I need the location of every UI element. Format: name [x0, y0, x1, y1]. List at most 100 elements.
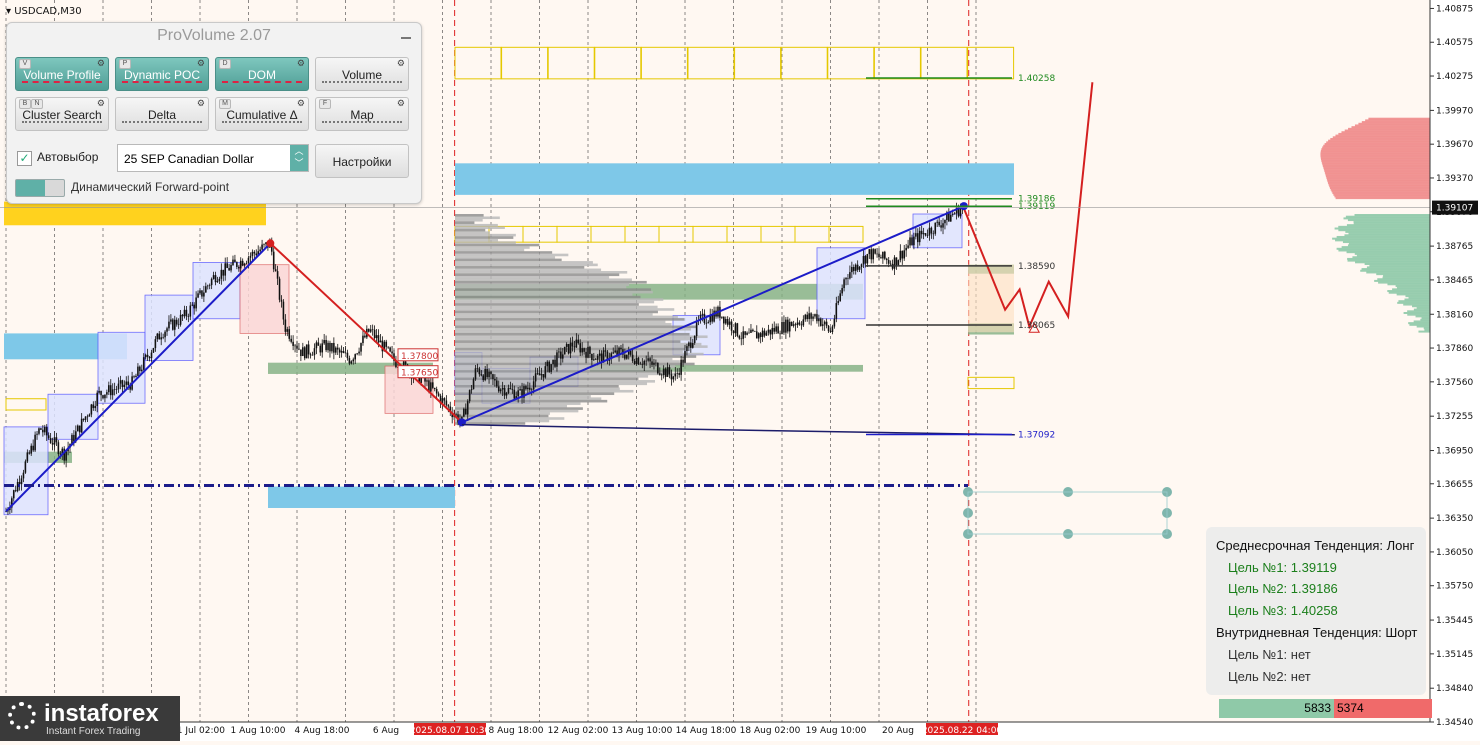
gear-icon[interactable]: ⚙ — [397, 59, 405, 68]
candle-body — [371, 329, 374, 330]
candle-body — [509, 388, 512, 389]
candle-body — [193, 304, 195, 309]
gear-icon[interactable]: ⚙ — [97, 99, 105, 108]
yellow-small-box-left — [5, 398, 47, 411]
candle-body — [141, 369, 143, 371]
button-dom[interactable]: D ⚙ DOM — [215, 57, 309, 91]
candle-body — [121, 380, 124, 387]
gear-icon[interactable]: ⚙ — [197, 99, 205, 108]
candle-body — [325, 340, 327, 351]
candle-body — [856, 264, 859, 270]
candle-body — [323, 340, 325, 344]
candle-body — [953, 213, 956, 215]
candle-body — [917, 233, 919, 243]
candle-body — [203, 292, 205, 297]
level-label: 1.39119 — [1018, 202, 1055, 212]
candle-body — [639, 363, 642, 365]
candle-body — [238, 266, 240, 269]
candle-body — [544, 366, 547, 378]
chevron-updown-icon[interactable]: ︿ ﹀ — [290, 145, 308, 171]
button-dynamic-poc[interactable]: P ⚙ Dynamic POC — [115, 57, 209, 91]
candle-body — [34, 434, 36, 451]
button-volume[interactable]: ⚙ Volume — [315, 57, 409, 91]
candle-body — [571, 342, 574, 347]
candle-body — [212, 275, 215, 279]
candle-body — [38, 428, 40, 434]
candle-body — [889, 263, 892, 265]
candle-body — [239, 260, 242, 269]
settings-button[interactable]: Настройки — [315, 144, 409, 178]
gear-icon[interactable]: ⚙ — [97, 59, 105, 68]
minimize-icon[interactable] — [401, 37, 411, 39]
candle-body — [205, 286, 207, 293]
candle-body — [876, 253, 878, 255]
price-tick-label: 1.36655 — [1436, 480, 1473, 490]
gear-icon[interactable]: ⚙ — [297, 59, 305, 68]
candle-body — [108, 385, 110, 393]
style-dots — [122, 121, 202, 126]
candle-body — [668, 367, 671, 375]
time-tick-label: 18 Aug 02:00 — [740, 726, 801, 736]
candle-body — [241, 260, 244, 266]
instrument-select[interactable]: 25 SEP Canadian Dollar ︿ ﹀ — [117, 144, 309, 172]
volume-bar — [455, 330, 674, 334]
time-tick-label: 13 Aug 10:00 — [612, 726, 673, 736]
yellow-poc-box — [522, 225, 558, 243]
candle-body — [18, 481, 21, 485]
logo-gear-icon — [8, 702, 36, 730]
button-label: Map — [350, 108, 374, 122]
button-volume-profile[interactable]: V ⚙ Volume Profile — [15, 57, 109, 91]
volume-bar — [455, 303, 639, 306]
candle-body — [360, 343, 362, 352]
gear-icon[interactable]: ⚙ — [397, 99, 405, 108]
candle-body — [466, 401, 469, 415]
candle-body — [761, 330, 764, 337]
price-tick-label: 1.39670 — [1436, 140, 1473, 150]
button-cluster-search[interactable]: B N ⚙ Cluster Search — [15, 97, 109, 131]
volume-bar — [455, 352, 704, 356]
box-label: 1.37650 — [401, 369, 438, 379]
price-tick-label: 1.39970 — [1436, 106, 1473, 116]
candle-body — [354, 354, 356, 360]
candle-body — [959, 208, 962, 217]
candle-body — [775, 326, 777, 332]
candle-body — [598, 353, 601, 356]
candle-body — [726, 319, 729, 325]
gear-icon[interactable]: ⚙ — [197, 59, 205, 68]
candle-body — [785, 319, 787, 333]
projection-frame — [967, 491, 1168, 535]
candle-body — [292, 341, 294, 346]
candle-body — [734, 323, 737, 334]
candle-body — [829, 331, 832, 332]
candle-body — [142, 357, 145, 370]
candle-body — [294, 345, 296, 347]
candle-body — [24, 461, 27, 473]
dropdown-triangle-icon[interactable]: ▾ — [6, 6, 11, 17]
provolume-panel[interactable]: ProVolume 2.07 V ⚙ Volume Profile P ⚙ Dynamic… — [6, 22, 422, 204]
button-cumulative-[interactable]: M ⚙ Cumulative Δ — [215, 97, 309, 131]
logo-name: instaforex — [44, 700, 159, 727]
gear-icon[interactable]: ⚙ — [297, 99, 305, 108]
candle-body — [645, 360, 647, 362]
price-tick-label: 1.36350 — [1436, 514, 1473, 524]
candle-body — [612, 352, 615, 354]
candle-body — [558, 351, 560, 353]
candle-body — [335, 347, 337, 353]
candle-body — [137, 366, 139, 376]
logo-tagline: Instant Forex Trading — [46, 726, 141, 737]
button-map[interactable]: F ⚙ Map — [315, 97, 409, 131]
volume-bar — [455, 275, 610, 279]
candle-body — [705, 322, 708, 324]
candle-body — [684, 351, 686, 363]
auto-select-checkbox[interactable]: ✓ — [17, 151, 32, 166]
button-delta[interactable]: ⚙ Delta — [115, 97, 209, 131]
candle-body — [315, 342, 318, 349]
candle-body — [794, 324, 797, 326]
candle-body — [755, 331, 758, 339]
candle-body — [296, 345, 298, 349]
candle-body — [546, 361, 549, 367]
candle-body — [94, 405, 97, 409]
candle-body — [653, 362, 655, 365]
volume-bar — [455, 268, 602, 272]
forward-point-toggle[interactable] — [15, 179, 65, 197]
